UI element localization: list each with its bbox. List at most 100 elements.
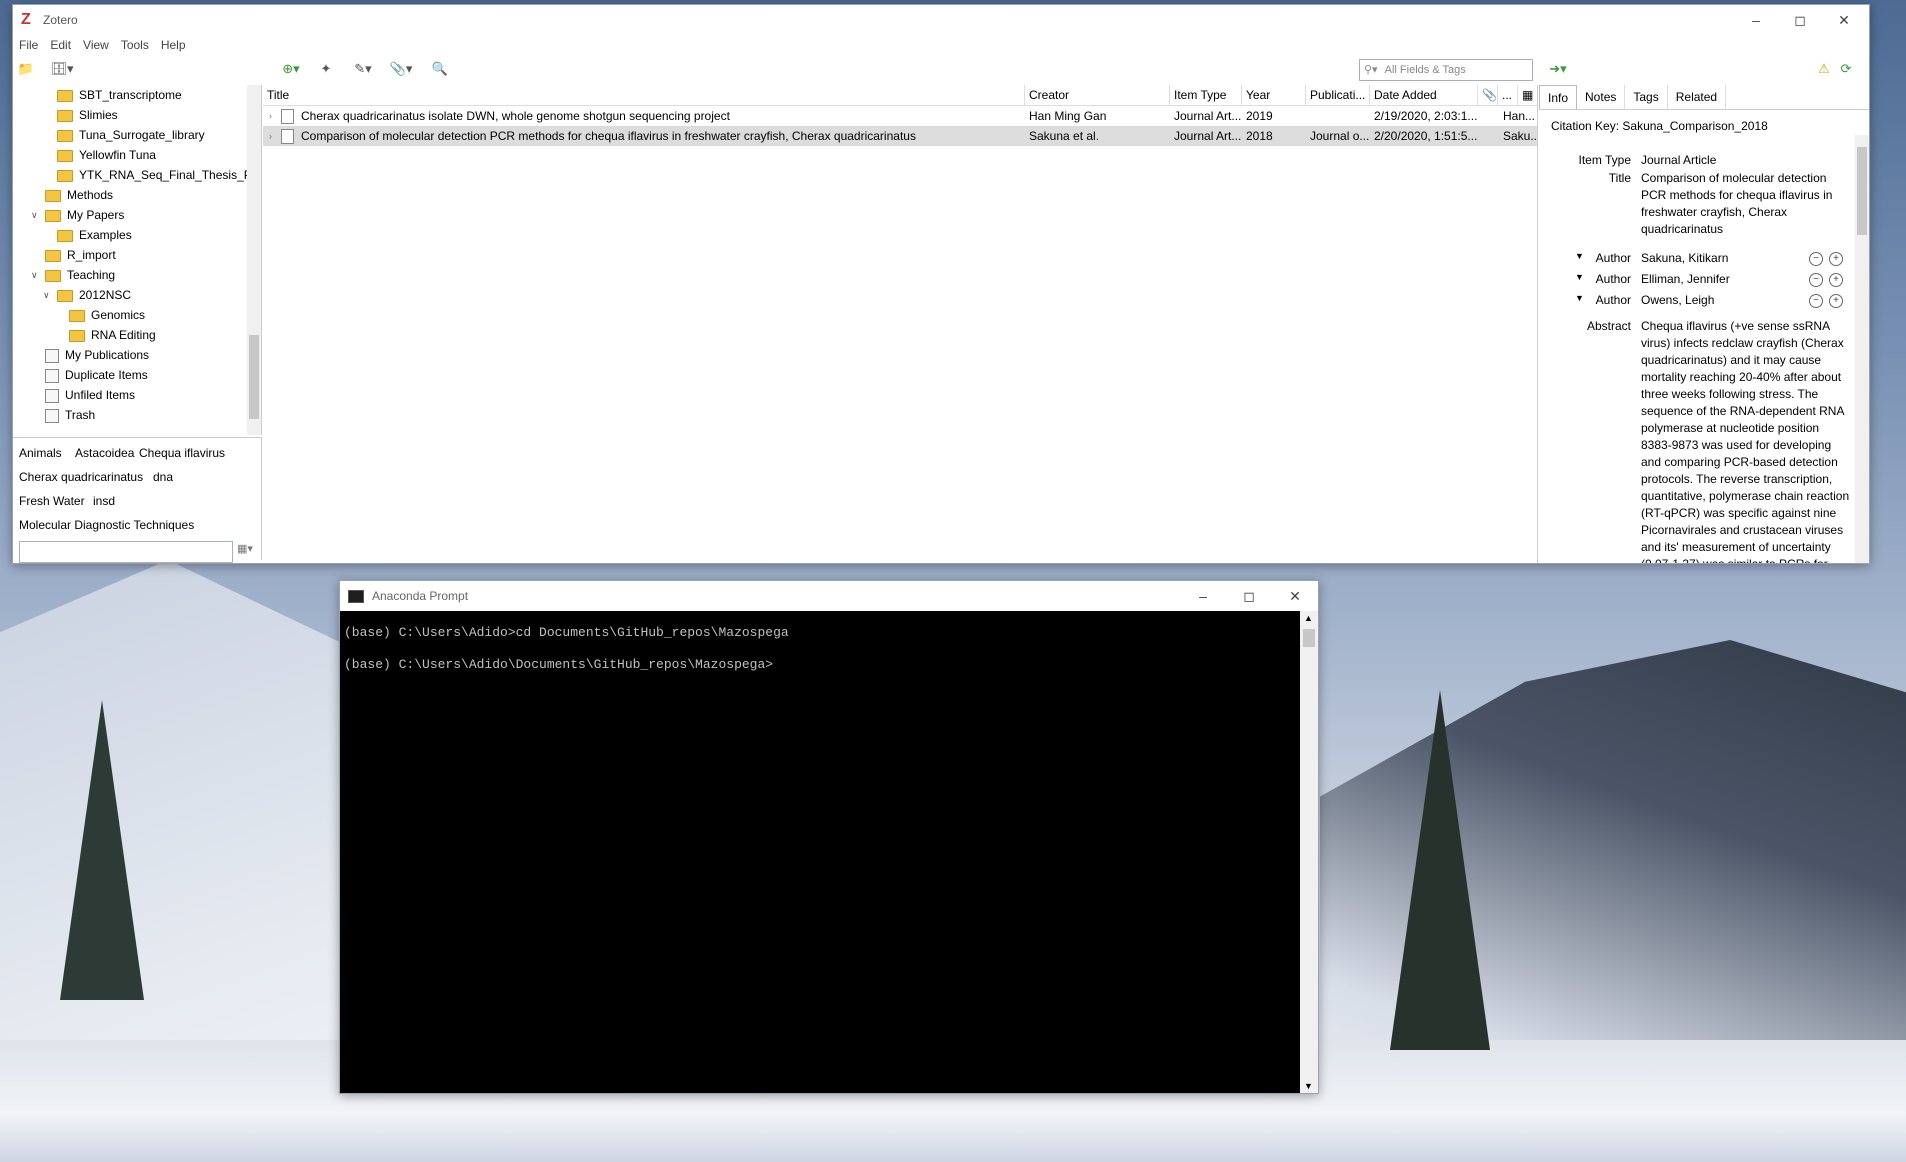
chevron-down-icon[interactable]: ∨ <box>43 285 50 305</box>
column-publication[interactable]: Publicati... <box>1306 85 1370 105</box>
citation-key-value[interactable]: Sakuna_Comparison_2018 <box>1622 119 1767 133</box>
column-item-type[interactable]: Item Type <box>1170 85 1242 105</box>
close-button[interactable]: ✕ <box>1821 5 1867 35</box>
tag-item[interactable]: dna <box>153 470 173 484</box>
collection-item[interactable]: ∨ My Papers <box>13 205 261 225</box>
item-row-selected[interactable]: › Comparison of molecular detection PCR … <box>263 126 1537 146</box>
remove-author-icon[interactable]: − <box>1809 273 1823 287</box>
collection-item[interactable]: SBT_transcriptome <box>13 85 261 105</box>
collection-item[interactable]: Slimies <box>13 105 261 125</box>
tag-item[interactable]: Astacoidea <box>75 446 134 460</box>
minimize-button[interactable]: – <box>1180 581 1226 611</box>
column-year[interactable]: Year <box>1242 85 1306 105</box>
menu-help[interactable]: Help <box>161 38 186 52</box>
column-header: Title Creator Item Type Year Publicati..… <box>263 85 1537 106</box>
chevron-right-icon[interactable]: › <box>269 106 272 126</box>
add-author-icon[interactable]: + <box>1829 252 1843 266</box>
new-note-icon[interactable]: ✎▾ <box>347 60 379 78</box>
collection-item[interactable]: Examples <box>13 225 261 245</box>
tab-notes[interactable]: Notes <box>1577 85 1626 109</box>
remove-author-icon[interactable]: − <box>1809 252 1823 266</box>
collection-item[interactable]: Duplicate Items <box>13 365 261 385</box>
info-tabs: Info Notes Tags Related <box>1539 85 1869 110</box>
close-button[interactable]: ✕ <box>1272 581 1318 611</box>
abstract-value[interactable]: Chequa iflavirus (+ve sense ssRNA virus)… <box>1641 318 1851 563</box>
collection-item[interactable]: My Publications <box>13 345 261 365</box>
collection-item[interactable]: Yellowfin Tuna <box>13 145 261 165</box>
collection-item[interactable]: Trash <box>13 405 261 425</box>
chevron-down-icon[interactable]: ▼ <box>1575 293 1584 303</box>
new-item-icon[interactable]: ⊕▾ <box>275 60 307 78</box>
tag-selector: Animals Astacoidea Chequa iflavirus Cher… <box>13 437 262 563</box>
attachment-column-icon[interactable]: 📎 <box>1478 85 1498 105</box>
add-author-icon[interactable]: + <box>1829 294 1843 308</box>
author-name[interactable]: Owens, Leigh <box>1641 292 1781 309</box>
maximize-button[interactable]: ◻ <box>1226 581 1272 611</box>
tag-item[interactable]: Animals <box>19 446 62 460</box>
item-type-value[interactable]: Journal Article <box>1641 152 1851 169</box>
column-picker-icon[interactable]: ▦ <box>1518 85 1537 105</box>
column-creator[interactable]: Creator <box>1025 85 1170 105</box>
tag-item[interactable]: Molecular Diagnostic Techniques <box>19 518 194 532</box>
tab-info[interactable]: Info <box>1539 85 1578 109</box>
collection-item[interactable]: Genomics <box>13 305 261 325</box>
tab-related[interactable]: Related <box>1668 85 1727 109</box>
minimize-button[interactable]: – <box>1733 5 1779 35</box>
collection-label: My Publications <box>65 348 150 362</box>
locate-icon[interactable]: ➜▾ <box>1543 60 1573 78</box>
new-library-icon[interactable]: 🗄▾ <box>45 60 79 78</box>
column-title[interactable]: Title <box>263 85 1025 105</box>
chevron-down-icon[interactable]: ▼ <box>1304 1081 1313 1091</box>
item-row[interactable]: › Cherax quadricarinatus isolate DWN, wh… <box>263 106 1537 126</box>
collection-item[interactable]: R_import <box>13 245 261 265</box>
collection-item[interactable]: Unfiled Items <box>13 385 261 405</box>
add-attachment-icon[interactable]: 📎▾ <box>385 60 417 78</box>
sync-icon[interactable]: ⟳ <box>1835 60 1857 78</box>
add-by-identifier-icon[interactable]: ✦ <box>315 60 337 78</box>
tag-actions-icon[interactable]: ▦▾ <box>237 542 253 555</box>
collection-label: Slimies <box>79 108 118 122</box>
tag-item[interactable]: insd <box>93 494 115 508</box>
tag-item[interactable]: Cherax quadricarinatus <box>19 470 143 484</box>
menu-file[interactable]: File <box>19 38 38 52</box>
remove-author-icon[interactable]: − <box>1809 294 1823 308</box>
collection-item[interactable]: Tuna_Surrogate_library <box>13 125 261 145</box>
chevron-up-icon[interactable]: ▲ <box>1304 613 1313 623</box>
chevron-down-icon[interactable]: ▼ <box>1575 272 1584 282</box>
chevron-down-icon[interactable]: ∨ <box>31 205 38 225</box>
menu-edit[interactable]: Edit <box>50 38 71 52</box>
collection-label: RNA Editing <box>91 328 156 342</box>
terminal-scroll-thumb[interactable] <box>1303 629 1315 647</box>
search-input[interactable]: ⚲▾ All Fields & Tags <box>1359 59 1533 81</box>
title-value[interactable]: Comparison of molecular detection PCR me… <box>1641 170 1851 238</box>
tag-filter-input[interactable] <box>19 541 233 563</box>
maximize-button[interactable]: ◻ <box>1777 5 1823 35</box>
menu-view[interactable]: View <box>83 38 109 52</box>
tag-item[interactable]: Chequa iflavirus <box>139 446 225 460</box>
folder-icon <box>45 269 61 282</box>
warning-icon[interactable]: ⚠ <box>1813 60 1835 78</box>
info-scroll-thumb[interactable] <box>1857 147 1867 235</box>
author-name[interactable]: Elliman, Jennifer <box>1641 271 1781 288</box>
advanced-search-icon[interactable]: 🔍 <box>429 60 451 78</box>
terminal-scrollbar[interactable]: ▲ ▼ <box>1300 611 1318 1093</box>
chevron-down-icon[interactable]: ▼ <box>1575 251 1584 261</box>
new-collection-icon[interactable]: 📁 <box>15 60 37 78</box>
collection-item[interactable]: YTK_RNA_Seq_Final_Thesis_Pa... <box>13 165 261 185</box>
column-more[interactable]: ... <box>1498 85 1518 105</box>
console-output[interactable]: (base) C:\Users\Adido>cd Documents\GitHu… <box>340 611 1300 1093</box>
collection-item[interactable]: ∨ Teaching <box>13 265 261 285</box>
menu-tools[interactable]: Tools <box>121 38 149 52</box>
collection-item[interactable]: Methods <box>13 185 261 205</box>
tab-tags[interactable]: Tags <box>1625 85 1668 109</box>
collection-item[interactable]: RNA Editing <box>13 325 261 345</box>
search-mode-icon[interactable]: ⚲▾ <box>1364 64 1378 76</box>
collections-scroll-thumb[interactable] <box>249 335 259 419</box>
chevron-down-icon[interactable]: ∨ <box>31 265 38 285</box>
tag-item[interactable]: Fresh Water <box>19 494 85 508</box>
column-date-added[interactable]: Date Added <box>1370 85 1478 105</box>
collection-item[interactable]: ∨ 2012NSC <box>13 285 261 305</box>
author-name[interactable]: Sakuna, Kitikarn <box>1641 250 1781 267</box>
chevron-right-icon[interactable]: › <box>269 126 272 146</box>
add-author-icon[interactable]: + <box>1829 273 1843 287</box>
